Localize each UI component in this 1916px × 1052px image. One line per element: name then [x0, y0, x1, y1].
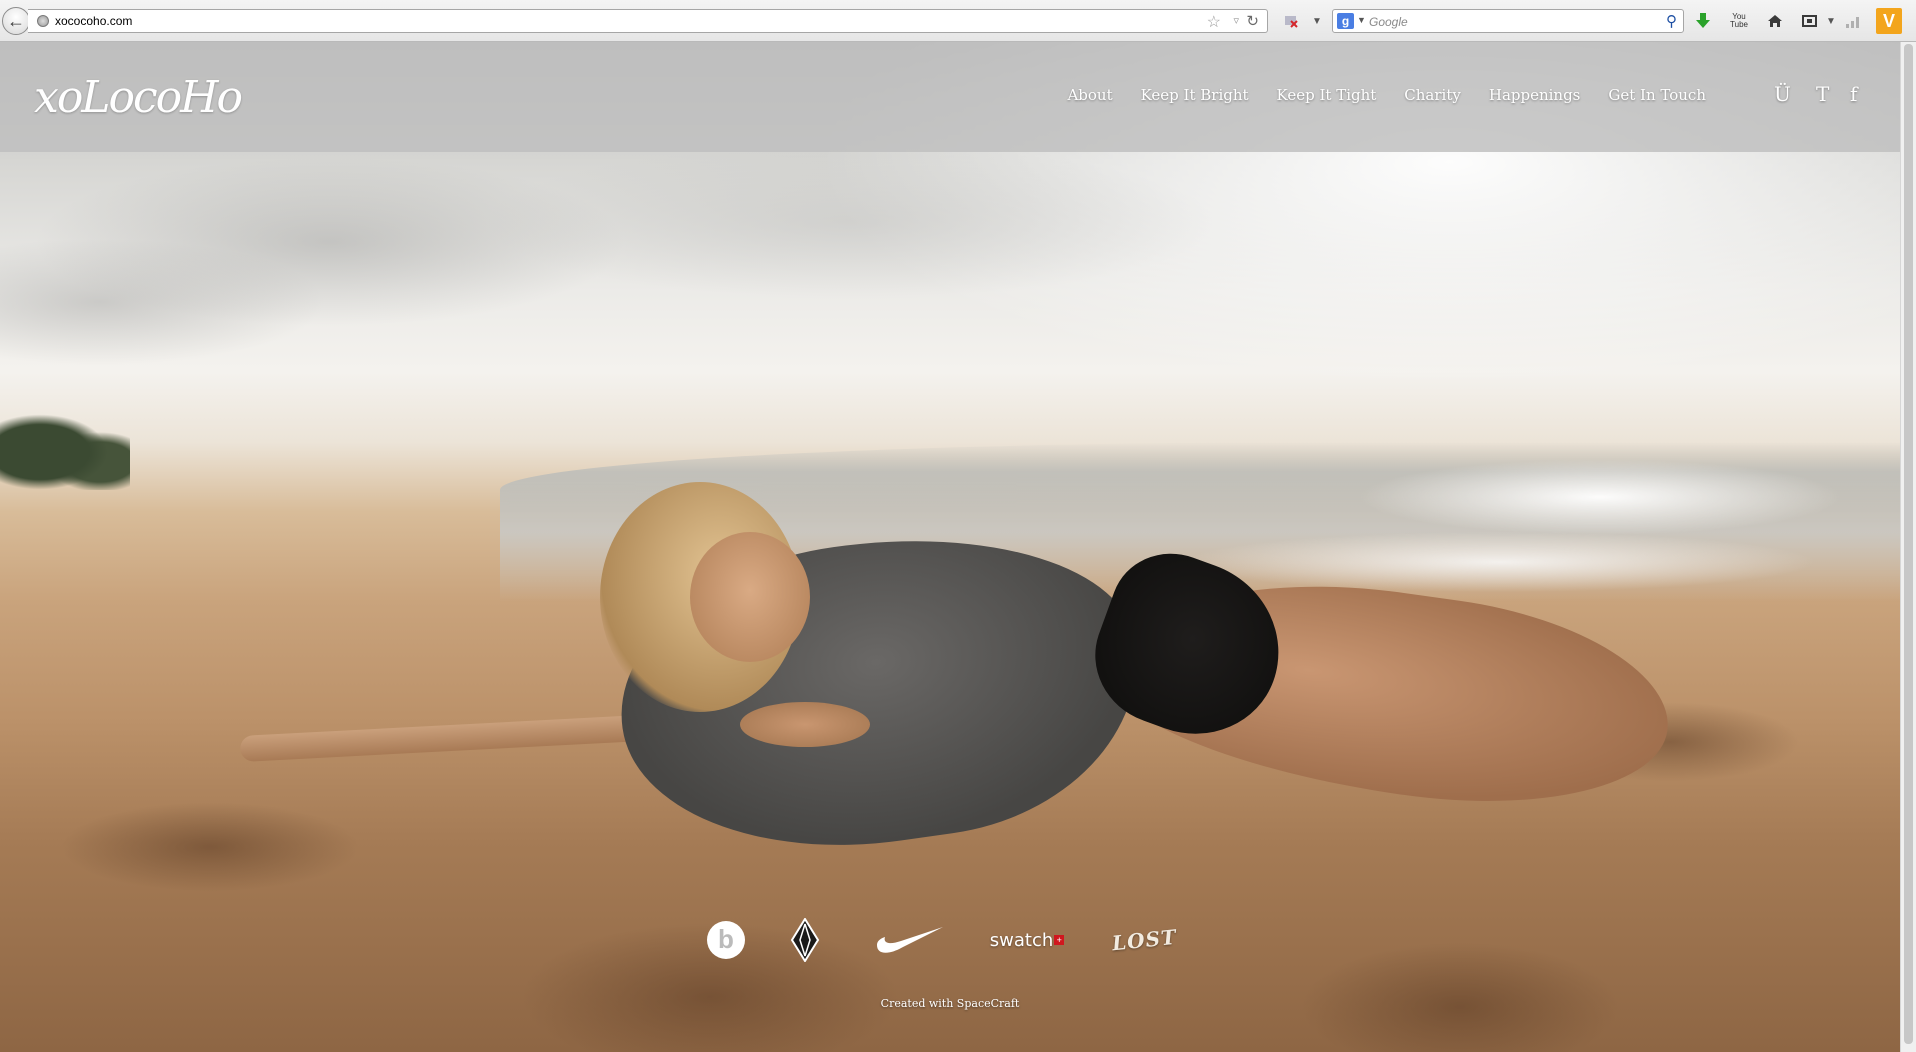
swatch-text: swatch — [989, 929, 1054, 951]
hero-photo-subject — [239, 472, 1682, 877]
lost-text: LOST — [1110, 924, 1178, 956]
hand — [740, 702, 870, 747]
search-engine-dropdown-icon[interactable]: ▼ — [1357, 15, 1366, 25]
hero-page: xoLocoHo About Keep It Bright Keep It Ti… — [0, 42, 1900, 1052]
addon-dropdown-icon[interactable]: ▼ — [1306, 10, 1328, 32]
site-logo[interactable]: xoLocoHo — [34, 52, 243, 140]
sky-clouds — [0, 152, 1900, 412]
search-icon[interactable]: ⚲ — [1666, 12, 1677, 30]
url-text: xococoho.com — [55, 14, 133, 28]
volcom-logo[interactable] — [788, 912, 822, 968]
globe-icon — [37, 15, 49, 27]
reload-icon[interactable]: ↻ — [1246, 12, 1259, 30]
nav-keep-it-bright[interactable]: Keep It Bright — [1127, 86, 1263, 104]
nike-swoosh-icon — [877, 927, 943, 953]
nike-logo[interactable] — [874, 912, 946, 968]
back-icon: ← — [7, 11, 25, 31]
beats-letter: b — [718, 923, 734, 954]
signal-icon — [1842, 10, 1864, 32]
beats-logo[interactable]: b — [706, 912, 746, 968]
swiss-cross-icon: + — [1054, 935, 1065, 945]
lost-logo[interactable]: LOST — [1104, 912, 1184, 968]
download-icon[interactable] — [1692, 10, 1714, 32]
vivaldi-v-icon[interactable]: V — [1876, 8, 1902, 34]
scrollbar-thumb[interactable] — [1904, 44, 1913, 1044]
volcom-stone-icon — [790, 918, 820, 962]
search-placeholder: Google — [1369, 15, 1408, 29]
bookmark-star-icon[interactable]: ☆ — [1207, 12, 1221, 32]
face — [690, 532, 810, 662]
search-bar[interactable]: g ▼ Google ⚲ — [1332, 9, 1684, 33]
google-icon[interactable]: g — [1337, 13, 1354, 29]
browser-toolbar: ← xococoho.com ☆ ▿ ↻ ▼ g ▼ Google ⚲ You … — [0, 0, 1916, 42]
swatch-logo[interactable]: swatch + — [982, 912, 1072, 968]
youtube-icon[interactable]: You Tube — [1728, 10, 1750, 32]
facebook-icon[interactable]: f — [1850, 82, 1857, 106]
address-bar[interactable]: xococoho.com ☆ ▿ ↻ — [28, 9, 1268, 33]
nav-about[interactable]: About — [1053, 86, 1126, 104]
instagram-icon[interactable]: Ü — [1774, 82, 1791, 106]
tree-silhouette — [0, 402, 130, 490]
back-button[interactable]: ← — [2, 7, 30, 35]
twitter-icon[interactable]: T — [1816, 82, 1829, 106]
page-scrollbar[interactable] — [1900, 42, 1916, 1052]
site-header: xoLocoHo About Keep It Bright Keep It Ti… — [0, 42, 1900, 152]
nav-keep-it-tight[interactable]: Keep It Tight — [1263, 86, 1391, 104]
addon-icon[interactable] — [1280, 10, 1302, 32]
main-nav: About Keep It Bright Keep It Tight Chari… — [1053, 86, 1720, 104]
beats-icon: b — [707, 921, 745, 959]
logo-text: xoLocoHo — [34, 72, 243, 123]
nav-happenings[interactable]: Happenings — [1475, 86, 1595, 104]
screenshot-icon[interactable] — [1800, 10, 1822, 32]
home-icon[interactable] — [1764, 10, 1786, 32]
nav-get-in-touch[interactable]: Get In Touch — [1594, 86, 1720, 104]
screenshot-dropdown-icon[interactable]: ▼ — [1820, 10, 1842, 32]
created-with-credit[interactable]: Created with SpaceCraft — [0, 997, 1900, 1010]
sponsor-logos: b swatch + LOST — [700, 912, 1200, 968]
nav-charity[interactable]: Charity — [1390, 86, 1475, 104]
history-dropdown-icon[interactable]: ▿ — [1233, 14, 1239, 27]
